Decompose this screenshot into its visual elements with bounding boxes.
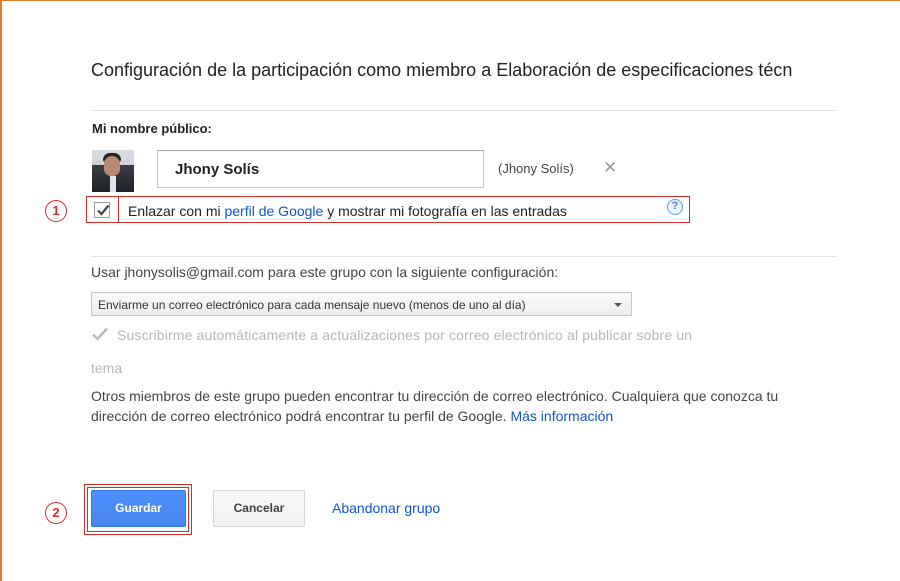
divider <box>91 110 836 111</box>
public-name-input[interactable]: Jhony Solís <box>157 150 484 188</box>
google-profile-link[interactable]: perfil de Google <box>224 203 323 219</box>
annotation-badge-1: 1 <box>45 200 67 222</box>
save-button[interactable]: Guardar <box>91 490 186 527</box>
checkmark-icon <box>92 327 108 341</box>
annotation-badge-2: 2 <box>45 502 67 524</box>
public-name-label: Mi nombre público: <box>92 121 212 136</box>
info-text: Otros miembros de este grupo pueden enco… <box>91 388 779 424</box>
link-profile-label: Enlazar con mi perfil de Google y mostra… <box>128 203 567 219</box>
link-profile-text-after: y mostrar mi fotografía en las entradas <box>323 203 567 219</box>
link-profile-text-before: Enlazar con mi <box>128 203 225 219</box>
avatar <box>92 150 134 192</box>
display-name-text: (Jhony Solís) <box>498 161 574 176</box>
email-frequency-select[interactable]: Enviarme un correo electrónico para cada… <box>91 292 632 316</box>
auto-subscribe-checkbox[interactable] <box>91 326 109 347</box>
divider <box>91 256 837 257</box>
chevron-down-icon <box>614 303 622 307</box>
auto-subscribe-label: Suscribirme automáticamente a actualizac… <box>117 327 693 343</box>
leave-group-link[interactable]: Abandonar grupo <box>332 500 440 516</box>
email-config-text: Usar jhonysolis@gmail.com para este grup… <box>91 264 559 280</box>
cancel-button[interactable]: Cancelar <box>213 490 305 527</box>
email-visibility-info: Otros miembros de este grupo pueden enco… <box>91 386 826 426</box>
email-frequency-value: Enviarme un correo electrónico para cada… <box>98 298 526 312</box>
close-icon[interactable]: ✕ <box>603 159 617 176</box>
help-icon[interactable]: ? <box>667 199 683 215</box>
auto-subscribe-label-cont: tema <box>91 360 123 376</box>
checkmark-icon <box>97 204 110 216</box>
link-profile-checkbox[interactable] <box>94 202 110 218</box>
page-title: Configuración de la participación como m… <box>91 60 793 80</box>
more-info-link[interactable]: Más información <box>510 408 613 424</box>
